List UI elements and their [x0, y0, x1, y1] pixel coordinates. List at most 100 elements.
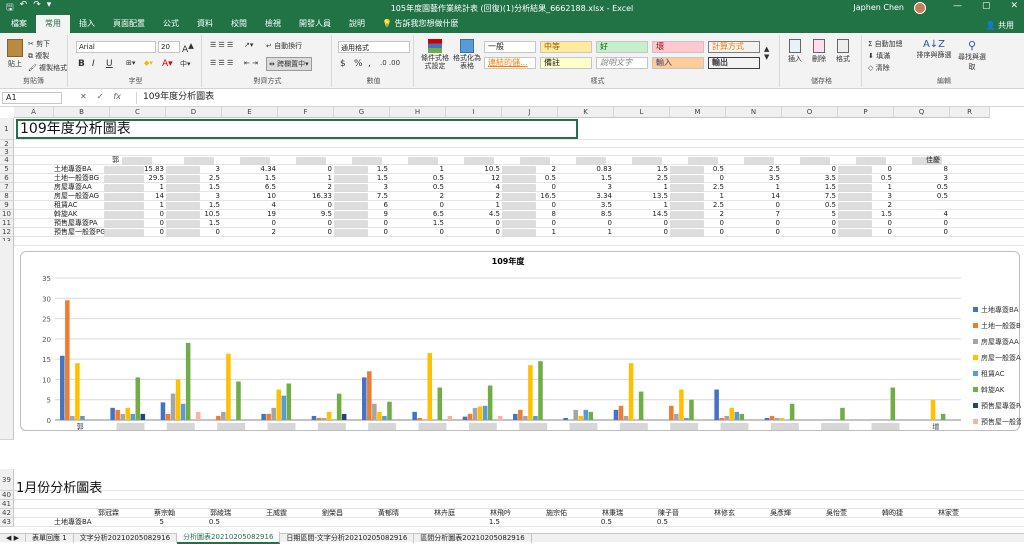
table-cell[interactable]: 2 [446, 192, 502, 201]
table-cell[interactable]: 0 [110, 210, 166, 219]
table-cell[interactable]: 1 [670, 192, 726, 201]
underline-button[interactable]: U [106, 59, 113, 69]
name-header[interactable]: 吳彥輝 [770, 509, 826, 518]
insert-cells-button[interactable]: 插入 [788, 39, 802, 64]
table-cell[interactable]: 2.5 [614, 174, 670, 183]
wrap-text-button[interactable]: ↵ 自動換行 [266, 41, 302, 51]
table-cell[interactable]: 1 [726, 183, 782, 192]
table-cell[interactable]: 9 [334, 210, 390, 219]
column-header-C[interactable]: C [110, 107, 166, 118]
table-cell[interactable]: 0 [670, 219, 726, 228]
table-cell[interactable] [670, 518, 726, 527]
row-header-9[interactable]: 9 [0, 201, 14, 210]
name-header[interactable]: 郭冠霖 [98, 509, 154, 518]
table-cell[interactable]: 14 [726, 192, 782, 201]
tab-insert[interactable]: 插入 [70, 15, 104, 33]
table-cell[interactable]: 10.5 [166, 210, 222, 219]
style-good[interactable]: 好 [596, 41, 648, 53]
formula-input[interactable]: 109年度分析圖表 [136, 92, 1020, 104]
table-cell[interactable]: 1 [390, 165, 446, 174]
table-cell[interactable]: 0.5 [614, 518, 670, 527]
table-cell[interactable]: 1.5 [334, 165, 390, 174]
italic-button[interactable]: I [92, 59, 95, 69]
column-header-L[interactable]: L [614, 107, 670, 118]
table-cell[interactable]: 2.5 [670, 183, 726, 192]
row-label[interactable]: 預售屋一般簽PG [54, 228, 110, 237]
table-cell[interactable]: 6.5 [390, 210, 446, 219]
table-cell[interactable]: 3 [334, 183, 390, 192]
row-header-7[interactable]: 7 [0, 183, 14, 192]
tab-file[interactable]: 檔案 [2, 15, 36, 33]
row-label[interactable]: 斡旋AK [54, 210, 110, 219]
table-cell[interactable]: 0 [614, 219, 670, 228]
table-cell[interactable]: 0.83 [558, 165, 614, 174]
table-cell[interactable]: 0 [278, 201, 334, 210]
table-cell[interactable]: 1.5 [222, 174, 278, 183]
table-cell[interactable]: 1.5 [558, 174, 614, 183]
table-cell[interactable]: 3.5 [726, 174, 782, 183]
table-cell[interactable]: 0 [278, 219, 334, 228]
style-calculation[interactable]: 計算方式 [708, 41, 760, 53]
column-header-I[interactable]: I [446, 107, 502, 118]
table-cell[interactable]: 0.5 [894, 192, 950, 201]
bold-button[interactable]: B [78, 59, 85, 69]
name-header[interactable]: 林修玄 [714, 509, 770, 518]
table-cell[interactable]: 3.5 [558, 201, 614, 210]
name-header[interactable]: 陳子晉 [658, 509, 714, 518]
table-cell[interactable]: 1 [614, 201, 670, 210]
row-label[interactable]: 房屋專簽AA [54, 183, 110, 192]
table-cell[interactable]: 0.5 [838, 174, 894, 183]
table-cell[interactable]: 0 [726, 219, 782, 228]
maximize-icon[interactable]: ▢ [982, 1, 991, 11]
table-cell[interactable]: 4.34 [222, 165, 278, 174]
table-cell[interactable] [950, 518, 990, 527]
column-header-P[interactable]: P [838, 107, 894, 118]
user-name[interactable]: Japhen Chen [853, 3, 904, 12]
table-cell[interactable]: 1 [558, 228, 614, 237]
table-cell[interactable]: 0 [446, 228, 502, 237]
table-cell[interactable]: 2 [390, 192, 446, 201]
table-cell[interactable]: 0.5 [502, 174, 558, 183]
paste-button[interactable]: 貼上 [4, 39, 26, 69]
style-explanatory[interactable]: 說明文字 [596, 57, 648, 69]
table-cell[interactable]: 1.5 [166, 183, 222, 192]
worksheet-grid[interactable]: ABCDEFGHIJKLMNOPQR 123456789101112133940… [0, 107, 1024, 533]
table-cell[interactable] [502, 518, 558, 527]
name-header[interactable]: 林秉瑞 [602, 509, 658, 518]
table-cell[interactable]: 0 [782, 165, 838, 174]
name-header[interactable]: 劉榮昌 [322, 509, 378, 518]
indent-icon[interactable]: ⇤ ⇥ [244, 59, 258, 67]
style-bad[interactable]: 壞 [652, 41, 704, 53]
function-icon[interactable]: fx [113, 92, 121, 101]
table-cell[interactable]: 3.5 [782, 174, 838, 183]
table-cell[interactable]: 2 [838, 201, 894, 210]
column-header-K[interactable]: K [558, 107, 614, 118]
table-cell[interactable]: 3.34 [558, 192, 614, 201]
table-cell[interactable]: 0 [502, 201, 558, 210]
table-cell[interactable]: 7 [726, 210, 782, 219]
table-cell[interactable]: 12 [446, 174, 502, 183]
table-cell[interactable]: 3 [558, 183, 614, 192]
name-header[interactable]: 黃郁晴 [378, 509, 434, 518]
row-header-2[interactable]: 2 [0, 140, 14, 148]
table-cell[interactable]: 0 [390, 201, 446, 210]
table-cell[interactable] [726, 518, 782, 527]
table-cell[interactable]: 2 [222, 228, 278, 237]
table-cell[interactable]: 0 [334, 219, 390, 228]
number-format-select[interactable]: 通用格式 [338, 41, 410, 53]
comma-button[interactable]: , [368, 59, 371, 69]
table-cell[interactable]: 15.83 [110, 165, 166, 174]
format-painter-button[interactable]: 🖌 複製格式 [28, 63, 67, 73]
table-cell[interactable]: 0 [446, 219, 502, 228]
table-cell[interactable]: 19 [222, 210, 278, 219]
table-cell[interactable]: 2 [278, 183, 334, 192]
table-cell[interactable]: 7.5 [334, 192, 390, 201]
table-cell[interactable]: 0.5 [390, 174, 446, 183]
delete-cells-button[interactable]: 刪除 [812, 39, 826, 64]
find-select-button[interactable]: ⚲ 尋找與選取 [956, 39, 988, 72]
name-header[interactable]: 林卉庭 [434, 509, 490, 518]
column-header-N[interactable]: N [726, 107, 782, 118]
style-linked-cell[interactable]: 連結的儲... [484, 57, 536, 69]
fill-color-icon[interactable]: ◆▾ [144, 59, 153, 67]
table-cell[interactable]: 1 [614, 183, 670, 192]
